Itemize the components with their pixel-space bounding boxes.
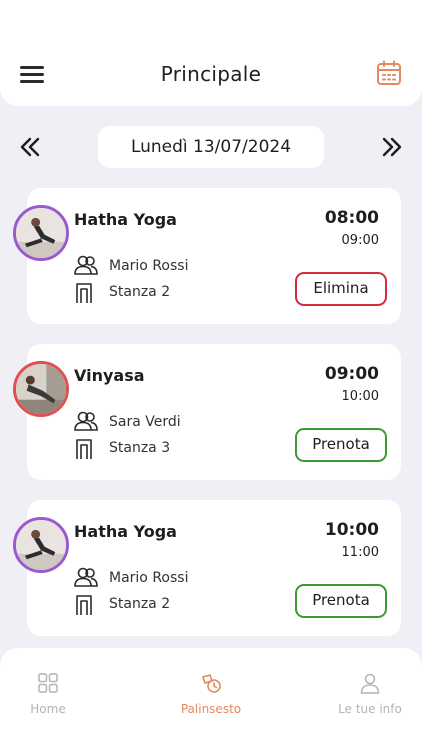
end-time: 09:00 — [341, 233, 379, 248]
class-name: Vinyasa — [74, 366, 145, 385]
room-name: Stanza 2 — [109, 596, 171, 612]
class-card: Vinyasa 09:00 10:00 Sara Verdi Stanza 3 … — [13, 344, 401, 480]
door-icon — [76, 439, 92, 459]
grid-icon — [38, 673, 58, 693]
schedule-icon — [201, 674, 221, 693]
people-icon — [74, 411, 98, 431]
door-icon — [76, 283, 92, 303]
instructor-name: Mario Rossi — [109, 570, 189, 586]
room-name: Stanza 2 — [109, 284, 171, 300]
date-navigator: Lunedì 13/07/2024 — [0, 126, 422, 168]
class-card: Hatha Yoga 08:00 09:00 Mario Rossi Stanz… — [13, 188, 401, 324]
current-date[interactable]: Lunedì 13/07/2024 — [98, 126, 324, 168]
start-time: 10:00 — [324, 520, 379, 540]
end-time: 10:00 — [341, 389, 379, 404]
people-icon — [74, 255, 98, 275]
page-title: Principale — [160, 62, 262, 86]
app-header: Principale — [0, 0, 422, 106]
nav-label-home: Home — [30, 702, 66, 716]
door-icon — [76, 595, 92, 615]
nav-item-le-tue-info[interactable]: Le tue info — [315, 672, 422, 716]
book-button[interactable]: Prenota — [295, 428, 387, 462]
end-time: 11:00 — [341, 545, 379, 560]
class-name: Hatha Yoga — [74, 210, 177, 229]
start-time: 09:00 — [324, 364, 379, 384]
class-card: Hatha Yoga 10:00 11:00 Mario Rossi Stanz… — [13, 500, 401, 636]
book-button[interactable]: Prenota — [295, 584, 387, 618]
class-avatar — [13, 361, 69, 417]
previous-day-icon[interactable] — [18, 135, 42, 159]
user-icon — [360, 673, 380, 694]
room-name: Stanza 3 — [109, 440, 171, 456]
class-avatar — [13, 517, 69, 573]
nav-label-le-tue-info: Le tue info — [338, 702, 402, 716]
calendar-icon[interactable] — [376, 60, 402, 86]
people-icon — [74, 567, 98, 587]
delete-booking-button[interactable]: Elimina — [295, 272, 387, 306]
nav-item-palinsesto[interactable]: Palinsesto — [156, 672, 266, 716]
class-name: Hatha Yoga — [74, 522, 177, 541]
instructor-name: Mario Rossi — [109, 258, 189, 274]
bottom-navigation: Home Palinsesto Le tue info — [0, 648, 422, 750]
instructor-name: Sara Verdi — [109, 414, 181, 430]
nav-label-palinsesto: Palinsesto — [180, 702, 242, 716]
class-avatar — [13, 205, 69, 261]
nav-item-home[interactable]: Home — [0, 672, 103, 716]
next-day-icon[interactable] — [380, 135, 404, 159]
start-time: 08:00 — [324, 208, 379, 228]
